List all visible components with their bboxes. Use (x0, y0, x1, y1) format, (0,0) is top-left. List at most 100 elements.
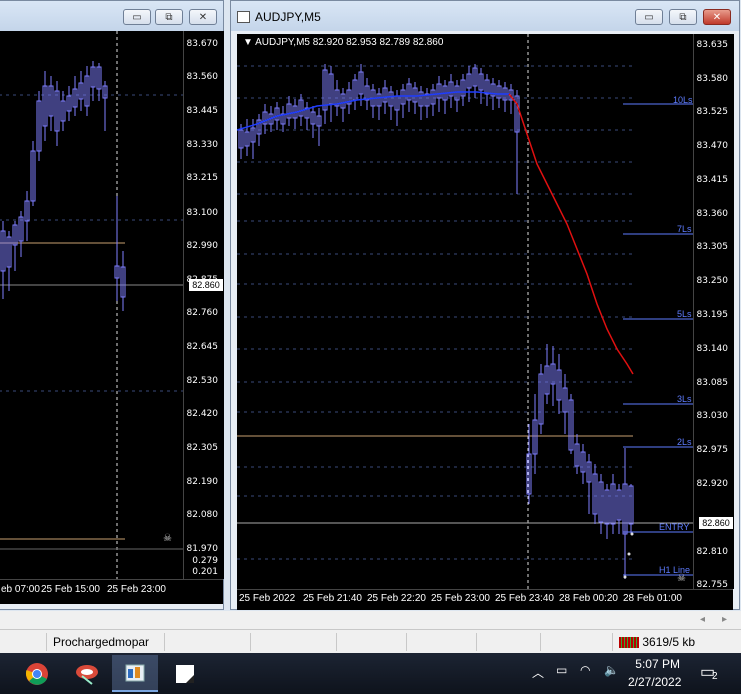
left-time-scale: eb 07:00 25 Feb 15:00 25 Feb 23:00 (0, 579, 223, 604)
y-tick: 83.330 (186, 140, 219, 150)
status-cell (250, 633, 337, 651)
left-chart-window[interactable]: ▭ ⧉ ✕ ☠ 83.670 83.560 83.445 83.330 83.2… (0, 0, 224, 610)
y-tick: 83.195 (696, 310, 729, 320)
x-tick: 25 Feb 2022 (239, 593, 296, 604)
y-tick: 83.360 (696, 209, 729, 219)
y-tick: 83.445 (186, 106, 219, 116)
y-tick: 83.635 (696, 40, 729, 50)
left-chart-svg: ☠ (0, 31, 183, 579)
level-label-10ls: 10Ls (673, 95, 693, 105)
window-title: AUDJPY,M5 (255, 10, 321, 24)
arrow-marker (623, 575, 627, 579)
windows-taskbar: ︿ ▭ ◠ 🔈 5:07 PM 2/27/2022 ▭ 2 (0, 653, 741, 694)
connection-bars-icon (619, 637, 639, 649)
chrome-icon (25, 662, 48, 685)
maximize-button[interactable]: ⧉ (155, 9, 183, 25)
y-tick: 82.810 (696, 547, 729, 557)
y-tick: 82.530 (186, 376, 219, 386)
status-cell (164, 633, 251, 651)
y-tick: 83.250 (696, 276, 729, 286)
chart-window-icon (237, 11, 250, 23)
notification-count: 2 (712, 671, 718, 682)
main-chart-canvas[interactable]: ▼ AUDJPY,M5 82.920 82.953 82.789 82.860 (236, 34, 693, 589)
clock-time[interactable]: 5:07 PM (634, 657, 680, 671)
snipping-tool-taskbar-button[interactable] (64, 655, 110, 692)
connection-status[interactable]: 3619/5 kb (612, 633, 741, 651)
y-tick: 82.975 (696, 445, 729, 455)
level-label-5ls: 5Ls (677, 309, 692, 319)
y-tick: 81.970 (186, 544, 219, 554)
arrow-marker (627, 552, 631, 556)
status-bar: ◂ ▸ Prochargedmopar 3619/5 kb (0, 611, 741, 653)
level-label-7ls: 7Ls (677, 224, 692, 234)
chart-title: ▼ AUDJPY,M5 82.920 82.953 82.789 82.860 (243, 37, 444, 48)
y-tick: 82.080 (186, 510, 219, 520)
y-tick: 82.990 (186, 241, 219, 251)
current-price-badge: 82.860 (189, 279, 223, 291)
y-tick: 83.670 (186, 39, 219, 49)
y-tick: 82.760 (186, 308, 219, 318)
close-button[interactable]: ✕ (703, 9, 731, 25)
traffic-text: 3619/5 kb (642, 635, 696, 649)
left-price-scale: 83.670 83.560 83.445 83.330 83.215 83.10… (183, 31, 224, 579)
x-tick: 25 Feb 21:40 (303, 593, 362, 604)
snipping-tool-icon (76, 664, 98, 685)
tab-scroll-left-icon[interactable]: ◂ (700, 614, 705, 625)
show-hidden-icons-icon[interactable]: ︿ (532, 664, 544, 681)
status-separator-line (0, 629, 741, 630)
level-label-entry: ENTRY (659, 522, 690, 532)
indicator-tick: 0.279 (192, 556, 218, 566)
x-tick: 28 Feb 01:00 (623, 593, 682, 604)
status-cell (476, 633, 543, 651)
level-label-2ls: 2Ls (677, 437, 692, 447)
x-tick: 25 Feb 23:00 (107, 584, 166, 595)
status-cell (406, 633, 479, 651)
chrome-taskbar-button[interactable] (14, 655, 60, 692)
left-window-titlebar[interactable]: ▭ ⧉ ✕ (0, 1, 223, 31)
robot-icon: ☠ (163, 533, 172, 544)
right-chart-window[interactable]: AUDJPY,M5 ▭ ⧉ ✕ ▼ AUDJPY,M5 82.920 82.95… (230, 0, 740, 610)
sticky-notes-taskbar-button[interactable] (162, 655, 208, 692)
volume-icon[interactable]: 🔈 (604, 663, 619, 677)
status-cell (540, 633, 613, 651)
current-price-badge: 82.860 (699, 517, 733, 529)
profile-name[interactable]: Prochargedmopar (46, 633, 167, 651)
y-tick: 83.560 (186, 72, 219, 82)
wifi-icon[interactable]: ◠ (580, 663, 590, 677)
y-tick: 83.305 (696, 242, 729, 252)
metatrader-icon (125, 664, 145, 681)
right-window-titlebar[interactable]: AUDJPY,M5 ▭ ⧉ ✕ (231, 1, 739, 31)
x-tick: 25 Feb 15:00 (41, 584, 100, 595)
y-tick: 83.470 (696, 141, 729, 151)
status-cell (336, 633, 409, 651)
x-tick: 25 Feb 23:40 (495, 593, 554, 604)
x-tick: 28 Feb 00:20 (559, 593, 618, 604)
y-tick: 83.525 (696, 107, 729, 117)
y-tick: 83.030 (696, 411, 729, 421)
right-price-scale: 83.635 83.580 83.525 83.470 83.415 83.36… (693, 34, 734, 590)
level-label-3ls: 3Ls (677, 394, 692, 404)
y-tick: 82.305 (186, 443, 219, 453)
level-label-h1: H1 Line (659, 565, 691, 575)
y-tick: 83.580 (696, 74, 729, 84)
indicator-tick: 0.201 (192, 567, 218, 577)
maximize-button[interactable]: ⧉ (669, 9, 697, 25)
y-tick: 82.645 (186, 342, 219, 352)
y-tick: 82.190 (186, 477, 219, 487)
y-tick: 83.415 (696, 175, 729, 185)
sticky-notes-icon (176, 664, 194, 683)
close-button[interactable]: ✕ (189, 9, 217, 25)
minimize-button[interactable]: ▭ (635, 9, 663, 25)
left-chart-canvas[interactable]: ☠ (0, 31, 183, 579)
metatrader-taskbar-button[interactable] (112, 655, 158, 692)
clock-date[interactable]: 2/27/2022 (628, 675, 681, 689)
minimize-button[interactable]: ▭ (123, 9, 151, 25)
y-tick: 83.140 (696, 344, 729, 354)
tab-scroll-right-icon[interactable]: ▸ (722, 614, 727, 625)
y-tick: 82.420 (186, 409, 219, 419)
x-tick: eb 07:00 (1, 584, 40, 595)
battery-icon[interactable]: ▭ (556, 663, 567, 677)
y-tick: 83.215 (186, 173, 219, 183)
x-tick: 25 Feb 23:00 (431, 593, 490, 604)
arrow-marker (630, 532, 634, 536)
